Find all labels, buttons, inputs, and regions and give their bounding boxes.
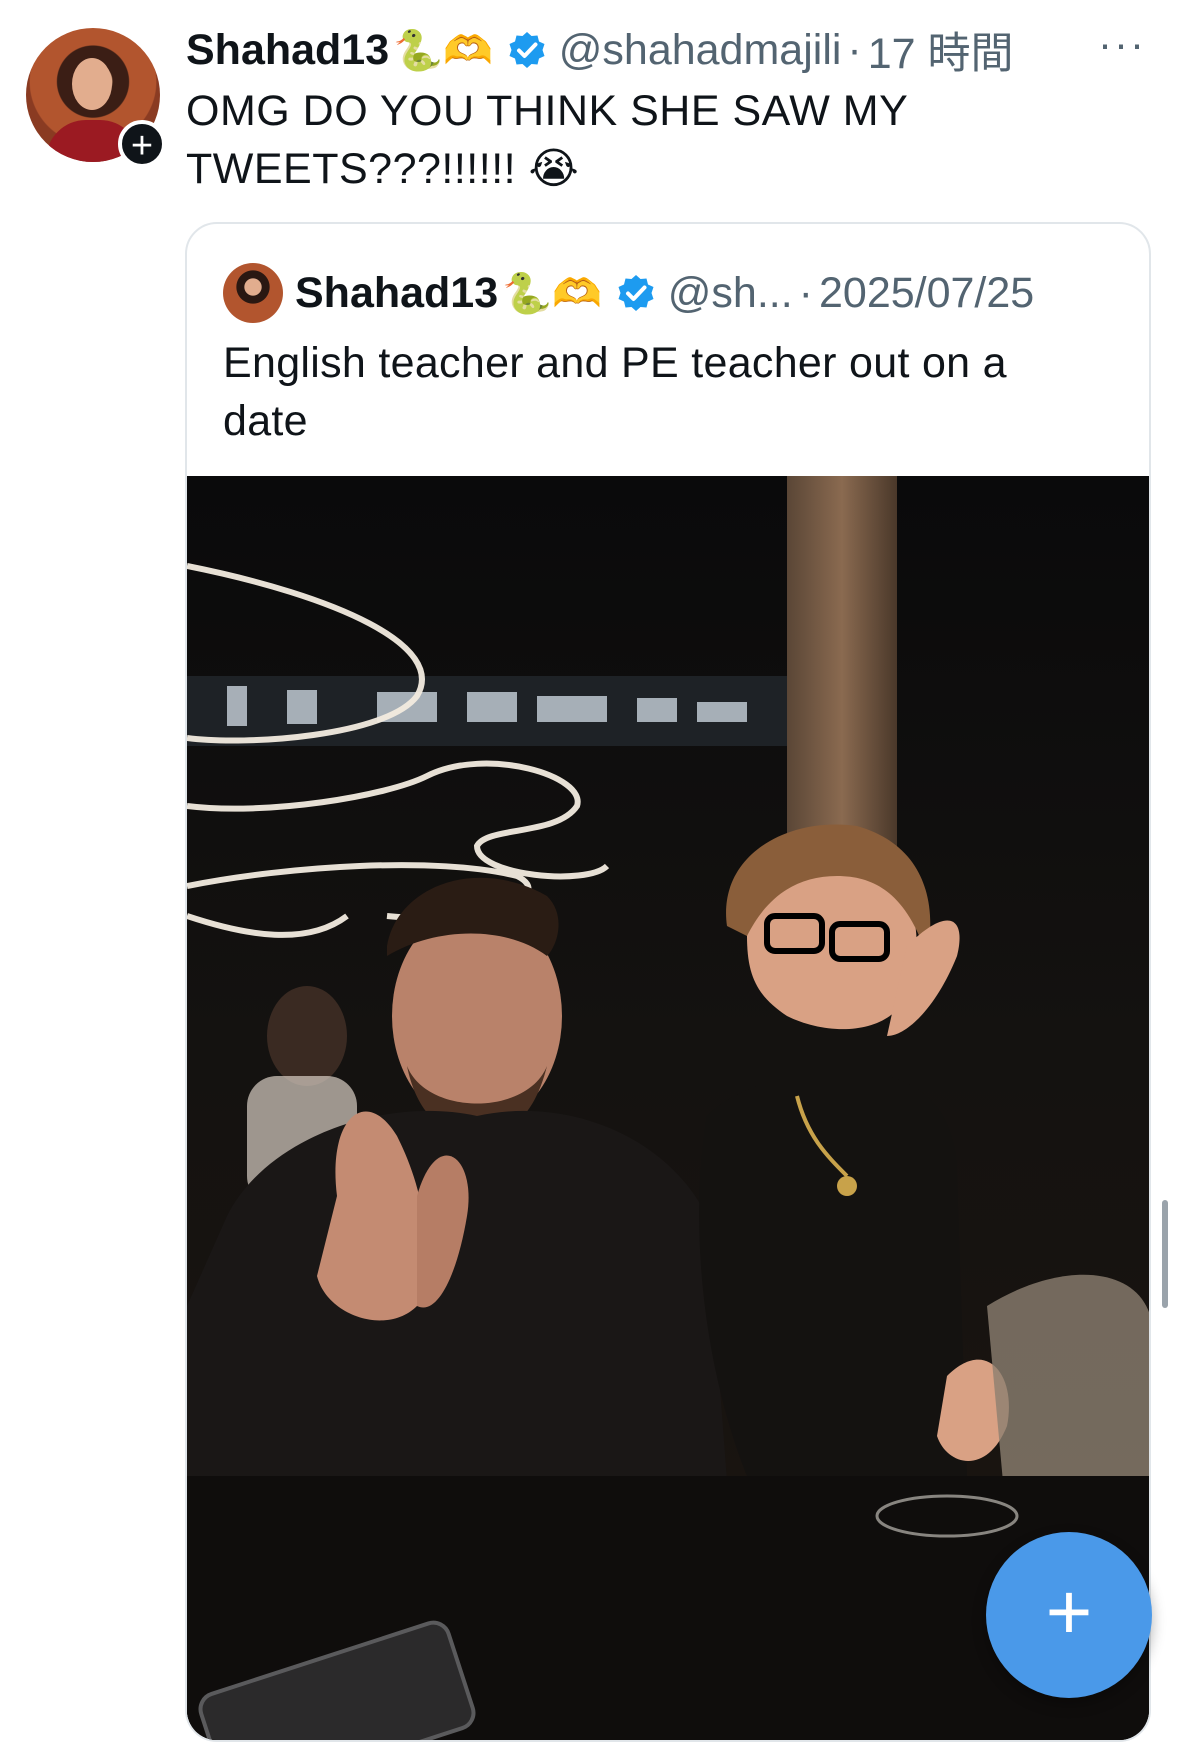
quoted-verified-badge-icon: [616, 273, 656, 313]
quoted-author-name: Shahad13: [295, 268, 499, 317]
quoted-separator-dot: ·: [798, 268, 813, 317]
name-emojis: 🐍🫶: [393, 28, 493, 73]
quoted-tweet-text: English teacher and PE teacher out on a …: [223, 339, 1007, 445]
quoted-tweet-card[interactable]: Shahad13 🐍🫶 @sh... · 2025/07/25 English …: [185, 222, 1151, 1742]
more-options-icon[interactable]: ···: [1098, 23, 1148, 65]
quoted-name-emojis: 🐍🫶: [502, 271, 602, 316]
author-name[interactable]: Shahad13: [186, 26, 389, 75]
verified-badge-icon: [507, 30, 547, 70]
separator-dot: ·: [847, 25, 862, 74]
quoted-tweet-photo[interactable]: [187, 476, 1149, 1740]
tweet-header: Shahad13 🐍🫶 @shahadmajili · 17 時間: [186, 20, 1146, 80]
photo-illustration: [187, 476, 1149, 1740]
follow-plus-button[interactable]: +: [118, 120, 166, 168]
quoted-tweet-header: Shahad13 🐍🫶 @sh... · 2025/07/25: [223, 260, 1034, 326]
quoted-author-avatar: [223, 263, 283, 323]
quoted-author-handle: @sh...: [667, 268, 793, 317]
tweet-time[interactable]: 17 時間: [868, 19, 1014, 81]
author-handle[interactable]: @shahadmajili: [559, 26, 842, 75]
compose-fab-button[interactable]: +: [986, 1532, 1152, 1698]
tweet-text: OMG DO YOU THINK SHE SAW MY TWEETS???!!!…: [186, 87, 908, 193]
avatar-face: [72, 58, 112, 110]
scrollbar[interactable]: [1162, 1200, 1168, 1308]
quoted-tweet-date: 2025/07/25: [818, 268, 1035, 317]
